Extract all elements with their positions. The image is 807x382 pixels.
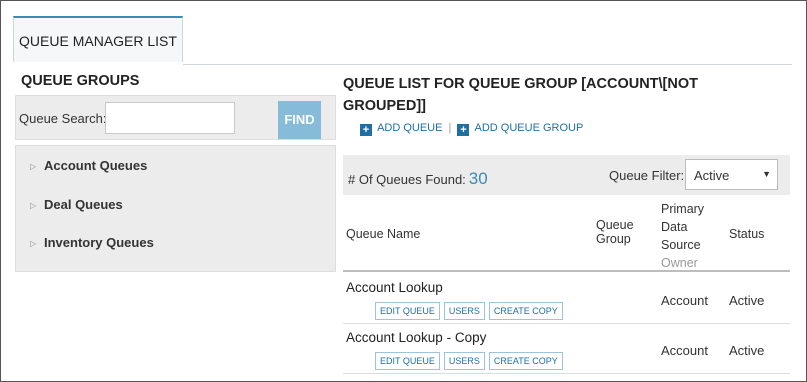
column-source-owner: Owner (661, 256, 698, 270)
queues-found-text: # Of Queues Found: (348, 172, 466, 187)
queue-data-source: Account (661, 293, 708, 308)
queue-info-bar: # Of Queues Found: 30 Queue Filter: Activ… (343, 155, 790, 195)
queue-status: Active (729, 343, 765, 358)
plus-icon: + (457, 124, 470, 136)
group-item-inventory-queues[interactable]: ▷ Inventory Queues (30, 235, 154, 250)
create-copy-button[interactable]: CREATE COPY (488, 352, 563, 370)
add-queue-link[interactable]: ADD QUEUE (377, 122, 442, 134)
chevron-down-icon: ▼ (762, 169, 771, 179)
queue-list-title: QUEUE LIST FOR QUEUE GROUP [ACCOUNT\[NOT… (343, 76, 698, 114)
table-row: Account Lookup EDIT QUEUE USERS CREATE COP… (343, 274, 790, 324)
users-button[interactable]: USERS (443, 302, 485, 320)
table-row: Account Lookup - Copy EDIT QUEUE USERS CRE… (343, 324, 790, 374)
row-actions: EDIT QUEUE USERS CREATE COPY (375, 301, 567, 320)
group-item-account-queues[interactable]: ▷ Account Queues (30, 158, 147, 173)
column-source-line3: Source (661, 238, 701, 252)
queue-filter-label: Queue Filter: (609, 168, 685, 183)
expand-triangle-icon: ▷ (30, 239, 37, 248)
queue-status: Active (729, 293, 765, 308)
tab-queue-manager-list[interactable]: QUEUE MANAGER LIST (13, 16, 183, 62)
action-separator: | (448, 122, 452, 134)
group-item-label: Inventory Queues (44, 235, 154, 250)
queue-search-label: Queue Search: (19, 111, 107, 126)
column-primary-data-source: Primary Data Source Owner (661, 200, 704, 272)
add-queue-group-link[interactable]: ADD QUEUE GROUP (475, 122, 584, 134)
column-source-line2: Data (661, 220, 688, 234)
queue-groups-title: QUEUE GROUPS (21, 73, 140, 89)
queue-name: Account Lookup - Copy (346, 330, 487, 345)
queue-name: Account Lookup (346, 280, 443, 295)
queue-data-source: Account (661, 343, 708, 358)
tab-divider (183, 64, 792, 65)
create-copy-button[interactable]: CREATE COPY (488, 302, 563, 320)
find-button[interactable]: FIND (278, 101, 321, 139)
column-queue-name: Queue Name (346, 227, 421, 241)
edit-queue-button[interactable]: EDIT QUEUE (375, 352, 440, 370)
group-item-label: Account Queues (44, 158, 148, 173)
group-item-deal-queues[interactable]: ▷ Deal Queues (30, 197, 123, 212)
queue-filter-select[interactable]: Active ▼ (685, 159, 778, 190)
queues-found-count: 30 (468, 169, 488, 188)
queue-search-panel: Queue Search: FIND (15, 95, 336, 140)
expand-triangle-icon: ▷ (30, 162, 37, 171)
column-source-line1: Primary (661, 202, 705, 216)
edit-queue-button[interactable]: EDIT QUEUE (375, 302, 440, 320)
expand-triangle-icon: ▷ (30, 201, 37, 210)
queues-found-label: # Of Queues Found: 30 (348, 169, 488, 189)
queue-actions: + ADD QUEUE | + ADD QUEUE GROUP (360, 122, 583, 136)
queue-table-header: Queue Name Queue Group Primary Data Sour… (343, 196, 790, 272)
queue-manager-window: QUEUE MANAGER LIST QUEUE GROUPS Queue Se… (0, 0, 807, 382)
column-queue-group: Queue Group (596, 218, 634, 246)
group-item-label: Deal Queues (44, 197, 123, 212)
users-button[interactable]: USERS (443, 352, 485, 370)
row-actions: EDIT QUEUE USERS CREATE COPY (375, 351, 567, 370)
column-status: Status (729, 227, 765, 241)
plus-icon: + (360, 124, 372, 136)
column-queue-group-line2: Group (596, 232, 631, 246)
queue-search-input[interactable] (105, 102, 235, 134)
queue-filter-value: Active (694, 168, 730, 183)
queue-group-list: ▷ Account Queues ▷ Deal Queues ▷ Inventory … (15, 145, 336, 272)
column-queue-group-line1: Queue (596, 218, 634, 232)
